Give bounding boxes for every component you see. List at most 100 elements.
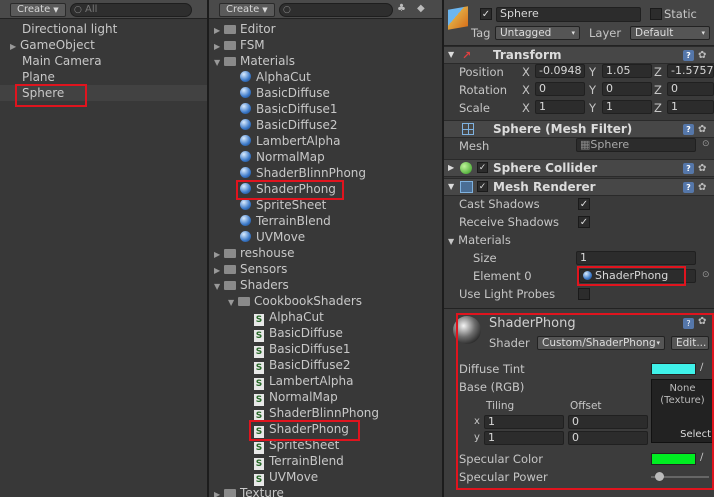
- project-folder-item[interactable]: ▶ FSM: [214, 37, 265, 53]
- project-folder-item[interactable]: ▶ Sensors: [214, 261, 287, 277]
- size-field[interactable]: 1: [576, 251, 696, 265]
- project-folder-item[interactable]: ▶ Texture: [214, 485, 284, 497]
- collapse-arrow-icon[interactable]: ▼: [228, 295, 238, 311]
- project-shader-item[interactable]: S UVMove: [254, 469, 318, 486]
- project-folder-item[interactable]: ▶ Editor: [214, 21, 276, 37]
- project-create-button[interactable]: Create ▼: [219, 3, 275, 17]
- help-icon[interactable]: ?: [683, 182, 694, 193]
- project-item-label: ShaderBlinnPhong: [269, 406, 380, 420]
- project-material-item[interactable]: AlphaCut: [240, 69, 311, 85]
- project-item-label: BasicDiffuse2: [269, 358, 351, 372]
- size-label: Size: [473, 251, 497, 265]
- mesh-filter-header[interactable]: Sphere (Mesh Filter) ? ✿: [444, 120, 714, 138]
- project-item-label: Texture: [240, 486, 284, 497]
- foldout-arrow-icon[interactable]: ▶: [448, 160, 454, 176]
- project-folder-item[interactable]: ▼ CookbookShaders: [228, 293, 362, 309]
- help-icon[interactable]: ?: [683, 163, 694, 174]
- renderer-enabled-checkbox[interactable]: ✓: [477, 181, 488, 192]
- position-x-field[interactable]: -0.0948: [535, 64, 585, 78]
- light-probes-checkbox[interactable]: [578, 288, 590, 300]
- expand-arrow-icon[interactable]: ▶: [10, 39, 20, 55]
- sphere-collider-header[interactable]: ▶ ✓ Sphere Collider ? ✿: [444, 159, 714, 177]
- static-checkbox[interactable]: [650, 8, 662, 20]
- project-folder-item[interactable]: ▼ Materials: [214, 53, 295, 69]
- project-shader-item[interactable]: S BasicDiffuse1: [254, 341, 351, 358]
- axis-label-z: Z: [654, 83, 662, 97]
- help-icon[interactable]: ?: [683, 124, 694, 135]
- hierarchy-item[interactable]: Main Camera: [22, 53, 102, 69]
- project-shader-item[interactable]: S NormalMap: [254, 389, 338, 406]
- mesh-renderer-header[interactable]: ▼ ✓ Mesh Renderer ? ✿: [444, 178, 714, 196]
- cast-shadows-checkbox[interactable]: ✓: [578, 198, 590, 210]
- collider-icon: [460, 162, 472, 174]
- gear-icon[interactable]: ✿: [698, 180, 706, 196]
- project-item-label: reshouse: [240, 246, 295, 260]
- gear-icon[interactable]: ✿: [698, 122, 706, 138]
- project-shader-item[interactable]: S ShaderBlinnPhong: [254, 405, 380, 422]
- project-toolbar: Create▼ ♣ ◆: [209, 0, 442, 19]
- filter-type-icon[interactable]: ♣: [397, 3, 406, 14]
- help-icon[interactable]: ?: [683, 50, 694, 61]
- scale-z-field[interactable]: 1: [667, 100, 714, 114]
- project-folder-item[interactable]: ▼ Shaders: [214, 277, 289, 293]
- tag-dropdown[interactable]: Untagged ▾: [495, 26, 580, 40]
- object-name-field[interactable]: Sphere: [496, 7, 641, 22]
- hierarchy-item[interactable]: ▶ GameObject: [10, 37, 95, 53]
- hierarchy-create-button[interactable]: Create ▼: [10, 3, 66, 17]
- static-label: Static: [664, 7, 697, 21]
- collider-enabled-checkbox[interactable]: ✓: [477, 162, 488, 173]
- rotation-y-field[interactable]: 0: [602, 82, 652, 96]
- project-search-input[interactable]: [279, 3, 393, 17]
- project-shader-item[interactable]: S LambertAlpha: [254, 373, 354, 390]
- layer-dropdown[interactable]: Default ▾: [630, 26, 710, 40]
- scale-x-field[interactable]: 1: [535, 100, 585, 114]
- hierarchy-item[interactable]: Plane: [22, 69, 55, 85]
- scale-y-field[interactable]: 1: [602, 100, 652, 114]
- project-item-label: TerrainBlend: [256, 214, 331, 228]
- gear-icon[interactable]: ✿: [698, 48, 706, 64]
- project-material-item[interactable]: BasicDiffuse: [240, 85, 330, 101]
- collapse-arrow-icon[interactable]: ▼: [214, 55, 224, 71]
- rotation-z-field[interactable]: 0: [667, 82, 714, 96]
- project-shader-item[interactable]: S BasicDiffuse2: [254, 357, 351, 374]
- layer-label: Layer: [589, 26, 622, 40]
- project-material-item[interactable]: TerrainBlend: [240, 213, 331, 229]
- receive-shadows-checkbox[interactable]: ✓: [578, 216, 590, 228]
- folder-icon: [224, 25, 236, 34]
- highlight-box: [236, 180, 344, 200]
- expand-arrow-icon[interactable]: ▶: [214, 487, 224, 497]
- object-picker-icon[interactable]: ⊙: [702, 270, 710, 280]
- position-z-field[interactable]: -1.5757: [667, 64, 714, 78]
- position-y-field[interactable]: 1.05: [602, 64, 652, 78]
- project-panel: Create▼ ♣ ◆ ▶Editor▶FSM▼MaterialsAlphaCu…: [209, 0, 442, 497]
- project-material-item[interactable]: ShaderBlinnPhong: [240, 165, 366, 181]
- project-material-item[interactable]: LambertAlpha: [240, 133, 341, 149]
- transform-header[interactable]: ▼ ↗ Transform ? ✿: [444, 46, 714, 64]
- foldout-arrow-icon[interactable]: ▼: [448, 179, 454, 195]
- mesh-field[interactable]: ▦Sphere: [576, 138, 696, 152]
- project-material-item[interactable]: UVMove: [240, 229, 305, 245]
- foldout-arrow-icon[interactable]: ▼: [448, 237, 454, 246]
- project-material-item[interactable]: BasicDiffuse2: [240, 117, 338, 133]
- caret-down-icon: ▼: [53, 6, 59, 14]
- project-shader-item[interactable]: S BasicDiffuse: [254, 325, 343, 342]
- object-picker-icon[interactable]: ⊙: [702, 139, 710, 149]
- project-shader-item[interactable]: S AlphaCut: [254, 309, 324, 326]
- inspector-panel: ✓ Sphere Static Tag Untagged ▾ Layer Defa…: [444, 0, 714, 497]
- materials-foldout[interactable]: ▼ Materials: [448, 233, 511, 247]
- material-icon: [240, 199, 251, 210]
- active-checkbox[interactable]: ✓: [480, 8, 492, 20]
- hierarchy-item[interactable]: Directional light: [22, 21, 117, 37]
- filter-label-icon[interactable]: ◆: [417, 3, 425, 14]
- collapse-arrow-icon[interactable]: ▼: [214, 279, 224, 295]
- project-material-item[interactable]: BasicDiffuse1: [240, 101, 338, 117]
- project-item-label: BasicDiffuse1: [269, 342, 351, 356]
- gear-icon[interactable]: ✿: [698, 161, 706, 177]
- project-folder-item[interactable]: ▶ reshouse: [214, 245, 295, 261]
- material-icon: [240, 231, 251, 242]
- foldout-arrow-icon[interactable]: ▼: [448, 47, 454, 63]
- hierarchy-search-input[interactable]: All: [70, 3, 192, 17]
- rotation-x-field[interactable]: 0: [535, 82, 585, 96]
- project-shader-item[interactable]: S TerrainBlend: [254, 453, 344, 470]
- project-material-item[interactable]: NormalMap: [240, 149, 325, 165]
